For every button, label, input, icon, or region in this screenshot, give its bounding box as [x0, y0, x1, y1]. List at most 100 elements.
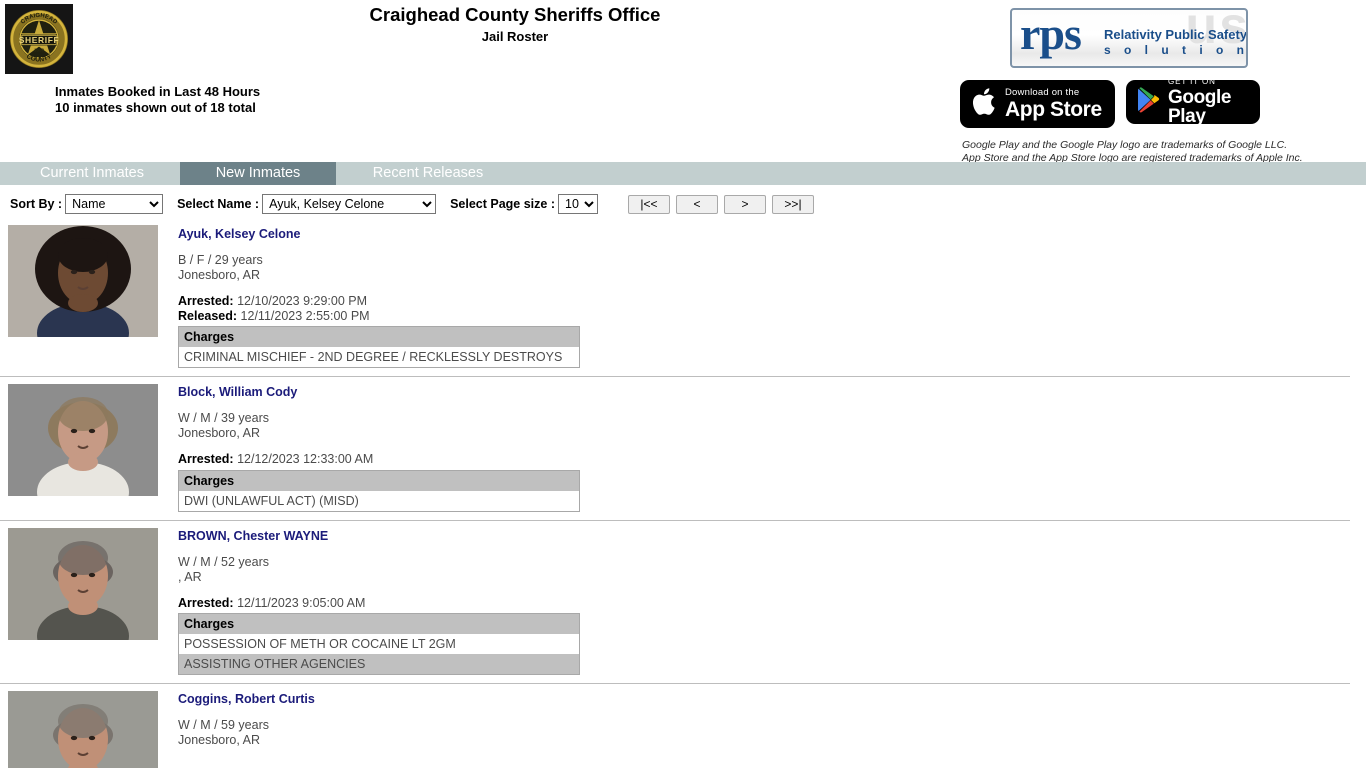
charge-row: ASSISTING OTHER AGENCIES: [178, 654, 580, 675]
google-play-button[interactable]: GET IT ON Google Play: [1126, 77, 1260, 126]
inmate-name-link[interactable]: Coggins, Robert Curtis: [178, 692, 315, 707]
inmate-details: Ayuk, Kelsey Celone B / F / 29 years Jon…: [178, 225, 1350, 368]
roster-summary: Inmates Booked in Last 48 Hours 10 inmat…: [55, 84, 260, 115]
sort-by-label: Sort By :: [10, 197, 63, 211]
charges-header-row: Charges: [178, 613, 580, 634]
rps-wordmark: rps: [1020, 8, 1082, 59]
inmate-demographics: B / F / 29 years Jonesboro, AR: [178, 253, 1350, 283]
charges-table: Charges CRIMINAL MISCHIEF - 2ND DEGREE /…: [178, 326, 580, 368]
inmate-city: Jonesboro, AR: [178, 268, 260, 282]
arrested-line: Arrested: 12/12/2023 12:33:00 AM: [178, 452, 1350, 467]
released-line: Released: 12/11/2023 2:55:00 PM: [178, 309, 1350, 324]
tab-current-inmates[interactable]: Current Inmates: [8, 162, 176, 185]
released-value: 12/11/2023 2:55:00 PM: [240, 308, 370, 323]
inmate-record: Ayuk, Kelsey Celone B / F / 29 years Jon…: [0, 218, 1350, 376]
prev-page-button[interactable]: <: [676, 194, 718, 214]
inmate-race-sex-age: W / M / 39 years: [178, 411, 269, 425]
arrested-label: Arrested:: [178, 294, 234, 308]
page-size-select[interactable]: 10: [558, 194, 598, 214]
charge-row: DWI (UNLAWFUL ACT) (MISD): [178, 490, 580, 511]
charges-table: Charges DWI (UNLAWFUL ACT) (MISD): [178, 469, 580, 512]
inmate-dates: Arrested: 12/11/2023 9:05:00 AM: [178, 596, 1350, 611]
sheriff-badge-icon: SHERIFF 1859 CRAIGHEAD COUNTY: [5, 4, 73, 74]
inmate-dates: Arrested: 12/10/2023 9:29:00 PM Released:…: [178, 294, 1350, 323]
inmate-race-sex-age: W / M / 52 years: [178, 554, 269, 569]
inmate-city: Jonesboro, AR: [178, 426, 260, 440]
inmate-city: , AR: [178, 569, 202, 584]
arrested-line: Arrested: 12/10/2023 9:29:00 PM: [178, 294, 1350, 309]
inmate-race-sex-age: B / F / 29 years: [178, 253, 263, 267]
arrested-value: 12/11/2023 9:05:00 AM: [237, 595, 366, 610]
charges-table: Charges POSSESSION OF METH OR COCAINE LT…: [178, 613, 580, 675]
sort-by-select[interactable]: Name: [65, 194, 164, 214]
page-title: Craighead County Sheriffs Office: [369, 4, 661, 25]
trademark-line-1: Google Play and the Google Play logo are…: [962, 139, 1288, 151]
first-page-button[interactable]: |<<: [628, 194, 670, 214]
inmate-details: Block, William Cody W / M / 39 years Jon…: [178, 383, 1350, 512]
page-title-block: Craighead County Sheriffs Office Jail Ro…: [340, 4, 690, 45]
inmate-demographics: W / M / 59 years Jonesboro, AR: [178, 718, 1350, 748]
rps-tagline-1: Relativity Public Safety: [1104, 27, 1248, 42]
charges-header: Charges: [178, 326, 580, 347]
released-label: Released:: [178, 308, 238, 323]
summary-line-2: 10 inmates shown out of 18 total: [55, 99, 256, 115]
inmate-list: Ayuk, Kelsey Celone B / F / 29 years Jon…: [0, 218, 1366, 768]
arrested-value: 12/10/2023 9:29:00 PM: [237, 294, 368, 308]
select-name-select[interactable]: Ayuk, Kelsey Celone: [262, 194, 437, 214]
select-name-label: Select Name :: [177, 197, 260, 211]
arrested-label: Arrested:: [178, 595, 234, 610]
charge-text: POSSESSION OF METH OR COCAINE LT 2GM: [178, 634, 580, 654]
charge-text: ASSISTING OTHER AGENCIES: [178, 654, 580, 675]
charges-header: Charges: [178, 470, 580, 491]
roster-controls: Sort By : Name Select Name : Ayuk, Kelse…: [0, 185, 1366, 218]
inmate-dates: Arrested: 12/12/2023 12:33:00 AM: [178, 452, 1350, 467]
app-store-big-label: App Store: [1005, 98, 1102, 122]
app-store-small-label: Download on the: [1005, 86, 1080, 98]
mugshot-photo[interactable]: [8, 527, 158, 640]
rps-tagline-2: s o l u t i o n s: [1104, 43, 1248, 57]
page-subtitle: Jail Roster: [481, 29, 549, 44]
app-store-button[interactable]: Download on the App Store: [960, 80, 1115, 128]
inmate-demographics: W / M / 39 years Jonesboro, AR: [178, 411, 1350, 441]
page-header: SHERIFF 1859 CRAIGHEAD COUNTY Craighead …: [0, 0, 1366, 164]
summary-line-1: Inmates Booked in Last 48 Hours: [55, 84, 261, 99]
inmate-record: Coggins, Robert Curtis W / M / 59 years …: [0, 683, 1350, 768]
charges-header: Charges: [178, 613, 580, 634]
arrested-value: 12/12/2023 12:33:00 AM: [237, 452, 374, 466]
inmate-city: Jonesboro, AR: [178, 733, 260, 747]
charge-row: CRIMINAL MISCHIEF - 2ND DEGREE / RECKLES…: [178, 347, 580, 368]
apple-logo-icon: [971, 86, 997, 122]
charge-row: POSSESSION OF METH OR COCAINE LT 2GM: [178, 634, 580, 654]
inmate-name-link[interactable]: Block, William Cody: [178, 385, 297, 400]
next-page-button[interactable]: >: [724, 194, 766, 214]
tab-bar: Current Inmates New Inmates Recent Relea…: [0, 162, 1366, 185]
google-play-icon: [1137, 86, 1160, 118]
arrested-label: Arrested:: [178, 452, 234, 466]
tab-recent-releases[interactable]: Recent Releases: [340, 162, 516, 185]
charges-header-row: Charges: [178, 470, 580, 491]
charge-text: DWI (UNLAWFUL ACT) (MISD): [178, 490, 580, 511]
charge-text: CRIMINAL MISCHIEF - 2ND DEGREE / RECKLES…: [178, 347, 580, 368]
inmate-record: Block, William Cody W / M / 39 years Jon…: [0, 376, 1350, 520]
arrested-line: Arrested: 12/11/2023 9:05:00 AM: [178, 596, 1350, 611]
last-page-button[interactable]: >>|: [772, 194, 814, 214]
inmate-record: BROWN, Chester WAYNE W / M / 52 years , …: [0, 519, 1350, 684]
rps-logo[interactable]: us rps Relativity Public Safety s o l u …: [1010, 8, 1248, 68]
tab-new-inmates[interactable]: New Inmates: [180, 162, 336, 185]
inmate-details: Coggins, Robert Curtis W / M / 59 years …: [178, 690, 1350, 748]
mugshot-photo[interactable]: [8, 384, 158, 496]
svg-text:SHERIFF: SHERIFF: [19, 35, 60, 45]
inmate-race-sex-age: W / M / 59 years: [178, 718, 269, 732]
page-size-label: Select Page size :: [450, 197, 555, 211]
trademark-notice: Google Play and the Google Play logo are…: [962, 139, 1303, 164]
mugshot-photo[interactable]: [8, 225, 158, 337]
charges-header-row: Charges: [178, 326, 580, 347]
inmate-name-link[interactable]: Ayuk, Kelsey Celone: [178, 227, 301, 242]
mugshot-photo[interactable]: [8, 691, 158, 768]
google-play-small-label: GET IT ON: [1168, 77, 1216, 86]
pagination: |<< < > >>|: [628, 194, 820, 214]
svg-text:1859: 1859: [34, 48, 45, 53]
inmate-details: BROWN, Chester WAYNE W / M / 52 years , …: [178, 527, 1350, 675]
inmate-name-link[interactable]: BROWN, Chester WAYNE: [178, 529, 328, 544]
inmate-demographics: W / M / 52 years , AR: [178, 555, 1350, 585]
